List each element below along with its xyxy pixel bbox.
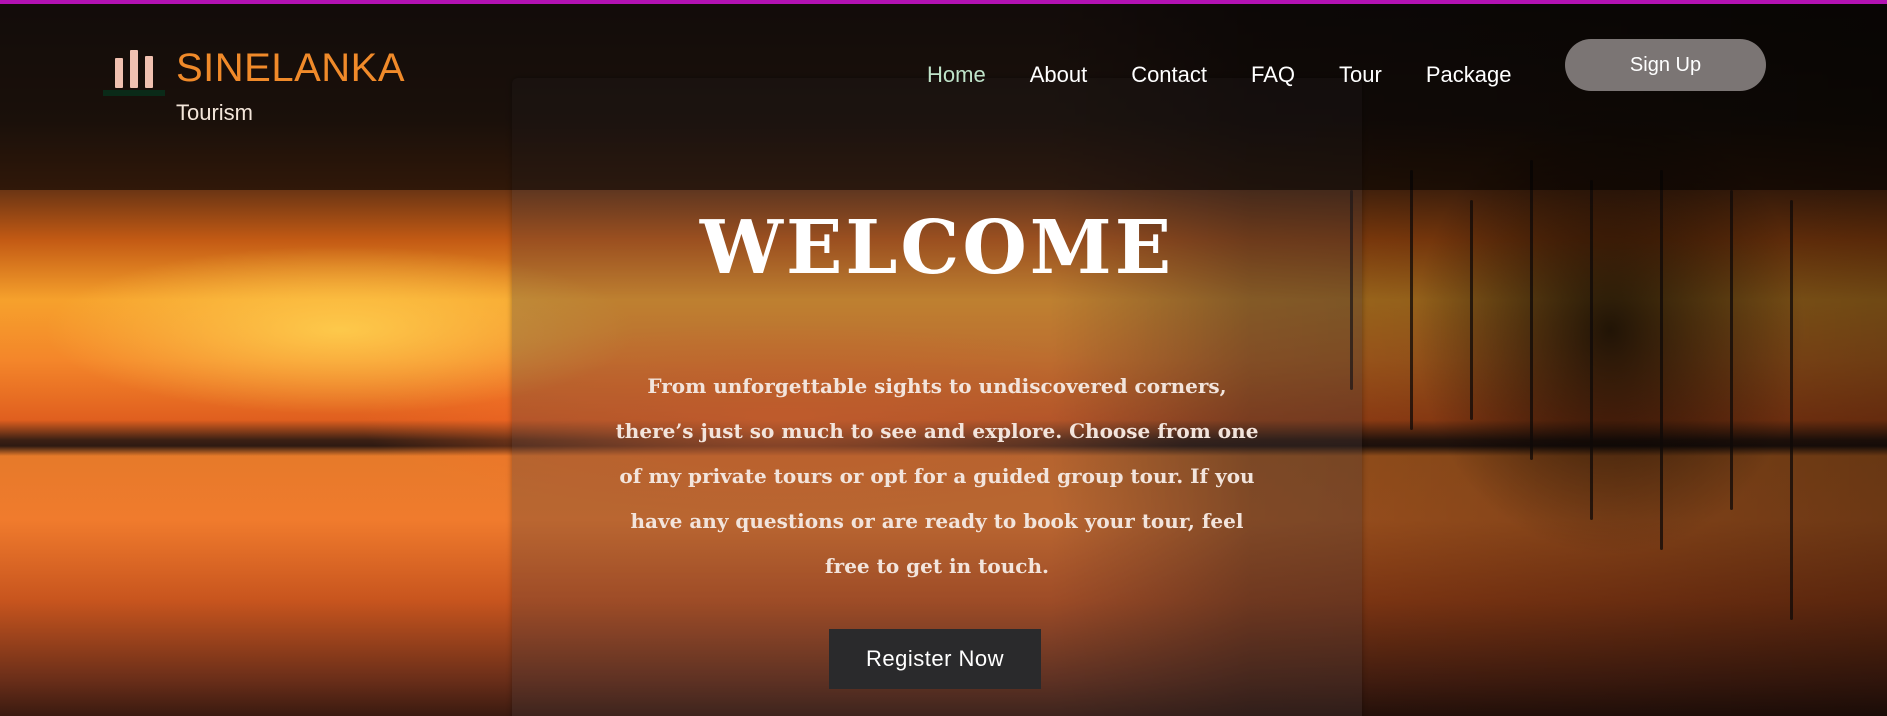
sign-up-button[interactable]: Sign Up <box>1565 39 1766 91</box>
candles-logo-icon[interactable] <box>103 48 165 96</box>
brand-title[interactable]: SINELANKA <box>176 46 405 91</box>
intro-text: From unforgettable sights to undiscovere… <box>615 374 1259 578</box>
welcome-heading: WELCOME <box>699 205 1175 291</box>
site-header: SINELANKA Tourism Home About Contact FAQ… <box>0 4 1887 190</box>
nav-faq[interactable]: FAQ <box>1251 62 1295 88</box>
main-nav: Home About Contact FAQ Tour Package <box>927 62 1555 88</box>
top-accent-border <box>0 0 1887 4</box>
nav-contact[interactable]: Contact <box>1131 62 1207 88</box>
nav-package[interactable]: Package <box>1426 62 1512 88</box>
nav-about[interactable]: About <box>1030 62 1088 88</box>
nav-home[interactable]: Home <box>927 62 986 88</box>
nav-tour[interactable]: Tour <box>1339 62 1382 88</box>
register-now-button[interactable]: Register Now <box>829 629 1041 689</box>
sunset-background: SINELANKA Tourism Home About Contact FAQ… <box>0 0 1887 716</box>
brand-subtitle: Tourism <box>176 100 254 125</box>
